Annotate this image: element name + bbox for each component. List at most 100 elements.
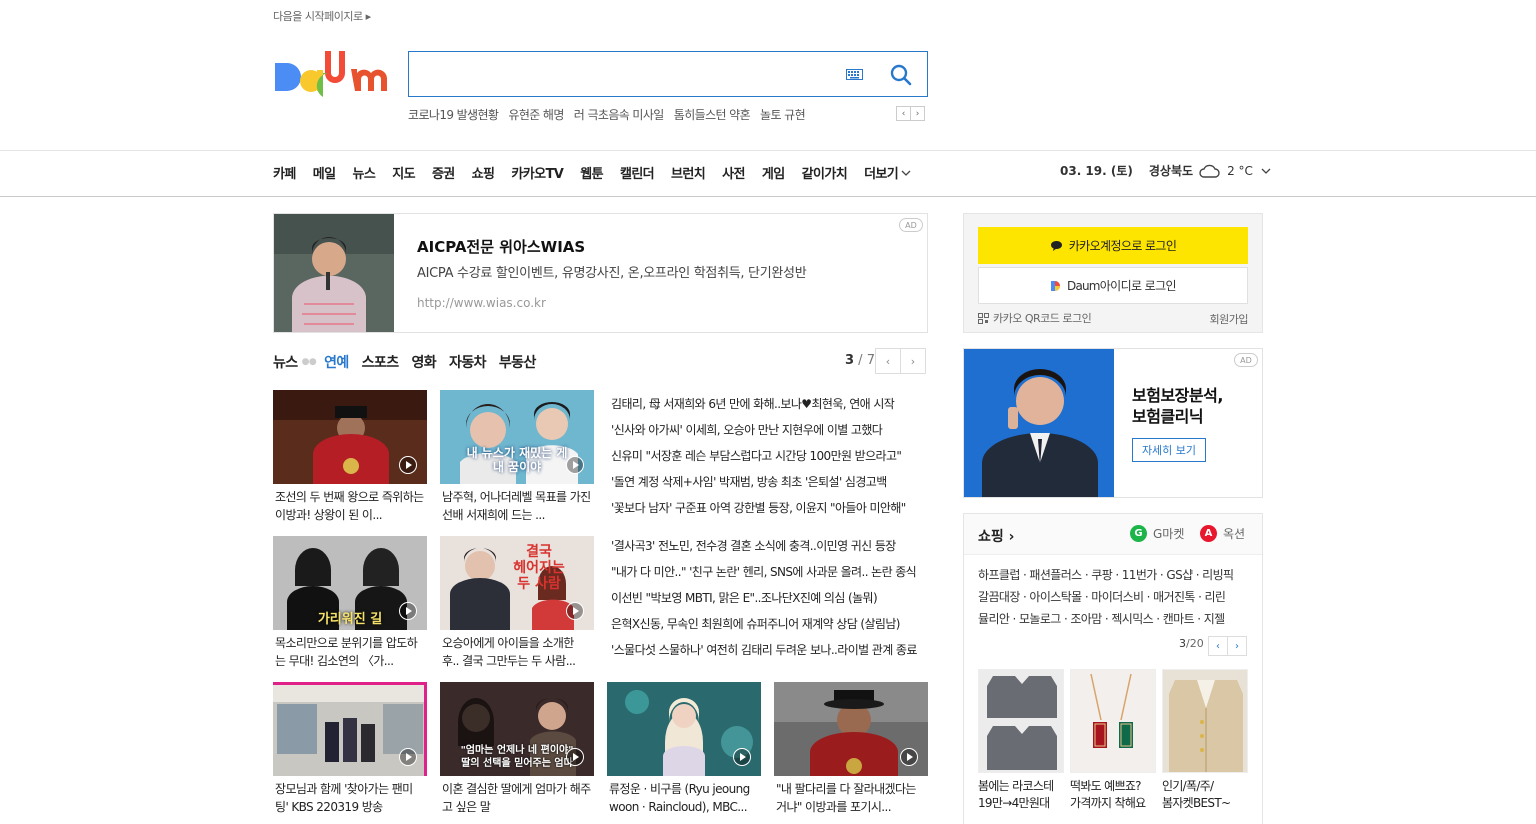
hot-keyword[interactable]: 유현준 해명 <box>508 106 564 123</box>
news-headline[interactable]: '꽃보다 남자' 구준표 아역 강한별 등장, 이윤지 "아들아 미안해" <box>611 495 927 521</box>
thumb-overlay-text: 결국 헤어지는 두 사람 <box>513 544 565 592</box>
hot-prev-button[interactable]: ‹ <box>896 106 911 121</box>
news-thumb-image: 내 뉴스가 재밌는 게 내 꿈이야 <box>440 390 594 484</box>
cloud-icon <box>1199 164 1220 178</box>
shopping-page-indicator: 3/20 <box>1179 637 1204 650</box>
news-headline[interactable]: 신유미 "서장훈 레슨 부담스럽다고 시간당 100만원 받으라고" <box>611 443 927 469</box>
news-headline[interactable]: '결사곡3' 전노민, 전수경 결혼 소식에 충격..이민영 귀신 등장 <box>611 533 927 559</box>
auction-link[interactable]: A 옥션 <box>1200 525 1245 542</box>
qr-login-label: 카카오 QR코드 로그인 <box>993 312 1092 325</box>
nav-more[interactable]: 더보기 <box>864 163 911 182</box>
shopping-link-row[interactable]: 갈끔대장 · 아이스탁몰 · 마이더스비 · 매거진톡 · 리린 <box>978 586 1250 608</box>
hot-keywords: 코로나19 발생현황 유현준 해명 러 극초음속 미사일 톰히들스턴 약혼 놀토… <box>408 106 815 123</box>
tab-movie[interactable]: 영화 <box>411 352 436 372</box>
news-headline[interactable]: 김태리, 母 서재희와 6년 만에 화해..보나♥최현욱, 연애 시작 <box>611 391 927 417</box>
news-thumb[interactable]: 결국 헤어지는 두 사람 오승아에게 아이들을 소개한 후.. 결국 그만두는 … <box>440 536 594 670</box>
ad-title[interactable]: AICPA전문 위아스WIAS <box>417 236 585 257</box>
ad2-detail-button[interactable]: 자세히 보기 <box>1132 438 1206 462</box>
nav-mail[interactable]: 메일 <box>313 163 336 182</box>
gmarket-logo-icon: G <box>1130 525 1147 542</box>
news-thumb[interactable]: 가리워진 길 목소리만으로 분위기를 압도하는 무대! 김소연의 〈가... <box>273 536 427 670</box>
shopping-prev-button[interactable]: ‹ <box>1208 636 1228 656</box>
tab-realestate[interactable]: 부동산 <box>499 352 536 372</box>
news-thumb-caption: 목소리만으로 분위기를 압도하는 무대! 김소연의 〈가... <box>275 636 418 668</box>
qr-login-link[interactable]: 카카오 QR코드 로그인 <box>978 310 1092 326</box>
keyboard-icon[interactable] <box>846 69 863 80</box>
nav-together[interactable]: 같이가치 <box>802 163 848 182</box>
nav-stock[interactable]: 증권 <box>432 163 455 182</box>
news-thumb[interactable]: 내 뉴스가 재밌는 게 내 꿈이야 남주혁, 어나더레벨 목표를 가진 선배 서… <box>440 390 594 524</box>
gmarket-link[interactable]: G G마켓 <box>1130 525 1184 542</box>
nav-cafe[interactable]: 카페 <box>273 163 296 182</box>
news-headline[interactable]: '돌연 계정 삭제+사임' 박재범, 방송 최초 '은퇴설' 심경고백 <box>611 469 927 495</box>
shopping-link-row[interactable]: 하프클럽 · 패션플러스 · 쿠팡 · 11번가 · GS샵 · 리빙픽 <box>978 564 1250 586</box>
news-list: 김태리, 母 서재희와 6년 만에 화해..보나♥최현욱, 연애 시작 '신사와… <box>611 391 927 521</box>
tab-news[interactable]: 뉴스 <box>273 352 298 372</box>
set-start-page-link[interactable]: 다음을 시작페이지로 ▸ <box>273 8 371 24</box>
auction-label: 옥션 <box>1223 527 1246 541</box>
news-thumb[interactable]: 류정운 · 비구름 (Ryu jeoung woon · Raincloud),… <box>607 682 761 816</box>
chevron-down-icon <box>901 170 911 176</box>
product-item[interactable]: 봄에는 라코스테 19만→4만원대 <box>978 669 1064 812</box>
shopping-next-button[interactable]: › <box>1227 636 1247 656</box>
nav-webtoon[interactable]: 웹툰 <box>580 163 603 182</box>
ad-url[interactable]: http://www.wias.co.kr <box>417 296 546 310</box>
news-headline[interactable]: 이선빈 "박보영 MBTI, 맑은 E"..조나단X진예 의심 (놀뭐) <box>611 585 927 611</box>
product-image <box>1070 669 1156 773</box>
news-page-nav: ‹ › <box>875 348 926 374</box>
product-image <box>978 669 1064 773</box>
nav-game[interactable]: 게임 <box>762 163 785 182</box>
insurance-ad[interactable]: 보험보장분석, 보험클리닉 자세히 보기 AD <box>963 348 1263 498</box>
news-headline[interactable]: 은혁X신동, 무속인 최원희에 슈퍼주니어 재계약 상담 (살림남) <box>611 611 927 637</box>
shopping-link-row[interactable]: 뮬리안 · 모놀로그 · 조아맘 · 젝시믹스 · 캔마트 · 지젤 <box>978 608 1250 630</box>
shopping-title[interactable]: 쇼핑 › <box>978 526 1014 546</box>
news-thumb[interactable]: 조선의 두 번째 왕으로 즉위하는 이방과! 상왕이 된 이... <box>273 390 427 524</box>
product-item[interactable]: 떡봐도 예쁘죠? 가격까지 착해요 <box>1070 669 1156 812</box>
tab-car[interactable]: 자동차 <box>449 352 486 372</box>
news-thumb[interactable]: "엄마는 언제나 네 편이야" 딸의 선택을 믿어주는 엄마 이혼 결심한 딸에… <box>440 682 594 816</box>
news-thumb-image <box>273 390 427 484</box>
product-item[interactable]: 인기/폭/주/ 봄자켓BEST~ <box>1162 669 1248 812</box>
region-select[interactable]: 경상북도 <box>1149 162 1193 179</box>
search-input[interactable] <box>419 62 839 86</box>
auction-logo-icon: A <box>1200 525 1217 542</box>
news-thumb[interactable]: 장모님과 함께 '찾아가는 팬미팅' KBS 220319 방송 <box>273 682 427 816</box>
nav-brunch[interactable]: 브런치 <box>671 163 706 182</box>
news-headline[interactable]: '스물다섯 스물하나' 여전히 김태리 두려운 보나..라이벌 관계 종료 <box>611 637 927 663</box>
hot-keyword[interactable]: 놀토 규현 <box>760 106 806 123</box>
news-tabs: 뉴스 ●● 연예 스포츠 영화 자동차 부동산 <box>273 352 549 372</box>
nav-shopping[interactable]: 쇼핑 <box>472 163 495 182</box>
shopping-header: 쇼핑 › G G마켓 A 옥션 <box>964 514 1262 555</box>
chevron-down-icon[interactable] <box>1261 168 1271 174</box>
product-caption-line2: 가격까지 착해요 <box>1070 796 1146 810</box>
news-prev-button[interactable]: ‹ <box>875 348 901 374</box>
ad-banner[interactable]: AICPA전문 위아스WIAS AICPA 수강료 할인이벤트, 유명강사진, … <box>273 213 928 333</box>
shopping-page-total: /20 <box>1186 637 1204 650</box>
ad-photo <box>274 214 394 332</box>
nav-dictionary[interactable]: 사전 <box>722 163 745 182</box>
hot-keyword[interactable]: 러 극초음속 미사일 <box>574 106 665 123</box>
hot-keyword[interactable]: 톰히들스턴 약혼 <box>674 106 751 123</box>
nav-news[interactable]: 뉴스 <box>352 163 375 182</box>
hot-next-button[interactable]: › <box>910 106 925 121</box>
news-thumb-caption: 남주혁, 어나더레벨 목표를 가진 선배 서재희에 드는 ... <box>442 490 591 522</box>
news-headline[interactable]: "내가 다 미안.." '친구 논란' 헨리, SNS에 사과문 올려.. 논란… <box>611 559 927 585</box>
tab-sports[interactable]: 스포츠 <box>362 352 399 372</box>
search-icon[interactable] <box>889 63 913 87</box>
kakao-login-button[interactable]: 카카오계정으로 로그인 <box>978 227 1248 264</box>
hot-keyword[interactable]: 코로나19 발생현황 <box>408 106 499 123</box>
news-next-button[interactable]: › <box>900 348 926 374</box>
news-thumb[interactable]: "내 팔다리를 다 잘라내겠다는 거냐" 이방과를 포기시... <box>774 682 928 816</box>
nav-kakaotv[interactable]: 카카오TV <box>511 163 563 182</box>
news-headline[interactable]: '신사와 아가씨' 이세희, 오승아 만난 지현우에 이별 고했다 <box>611 417 927 443</box>
play-icon <box>733 748 751 766</box>
kakao-login-label: 카카오계정으로 로그인 <box>1068 239 1177 253</box>
search-box <box>408 51 928 97</box>
tab-entertainment[interactable]: 연예 <box>324 352 349 372</box>
daum-login-button[interactable]: Daum 아이디로 로그인 <box>978 267 1248 304</box>
shopping-box: 쇼핑 › G G마켓 A 옥션 하프클럽 · 패션플러스 · 쿠팡 · 11번가… <box>963 513 1263 824</box>
nav-calendar[interactable]: 캘린더 <box>620 163 655 182</box>
signup-link[interactable]: 회원가입 <box>1210 311 1249 327</box>
nav-map[interactable]: 지도 <box>392 163 415 182</box>
daum-logo[interactable] <box>273 49 389 99</box>
